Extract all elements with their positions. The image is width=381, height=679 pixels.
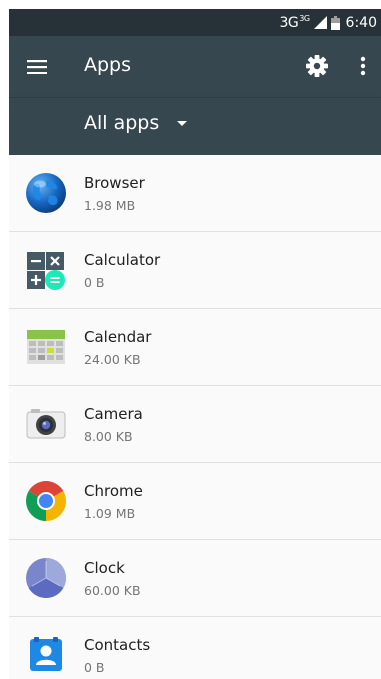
app-row-clock[interactable]: Clock 60.00 KB [9,540,381,617]
camera-icon [26,409,66,439]
app-list: Browser 1.98 MB Calculator 0 B Calendar … [9,155,381,679]
calendar-icon [27,330,65,364]
status-bar: 3G 3G 6:40 [9,9,381,36]
more-vert-icon[interactable] [353,54,373,78]
browser-globe-icon [26,173,66,213]
filter-selected-label: All apps [84,112,160,134]
app-name: Calculator [84,251,161,269]
app-name: Camera [84,405,143,423]
app-row-contacts[interactable]: Contacts 0 B [9,617,381,679]
app-filter-dropdown[interactable]: All apps [84,112,188,134]
app-row-chrome[interactable]: Chrome 1.09 MB [9,463,381,540]
chrome-icon [26,481,66,521]
app-name: Browser [84,174,145,192]
app-size: 1.09 MB [84,506,136,521]
clock-icon [26,558,66,598]
battery-icon [330,15,340,30]
signal-icon [313,16,327,29]
app-row-camera[interactable]: Camera 8.00 KB [9,386,381,463]
clock-time: 6:40 [345,14,377,31]
app-row-calculator[interactable]: Calculator 0 B [9,232,381,309]
calculator-icon [27,252,65,290]
app-frame: 3G 3G 6:40 Apps All apps Browser 1.98 MB… [9,9,381,679]
app-row-browser[interactable]: Browser 1.98 MB [9,155,381,232]
toolbar: Apps [9,36,381,97]
app-size: 60.00 KB [84,583,141,598]
app-name: Contacts [84,636,151,654]
app-name: Calendar [84,328,152,346]
hamburger-menu-icon[interactable] [25,55,49,79]
page-title: Apps [84,54,132,76]
gear-icon[interactable] [305,54,329,78]
app-size: 0 B [84,660,105,675]
app-row-calendar[interactable]: Calendar 24.00 KB [9,309,381,386]
app-size: 1.98 MB [84,198,136,213]
app-name: Clock [84,559,125,577]
dropdown-arrow-icon [177,120,188,126]
app-size: 8.00 KB [84,429,133,444]
app-size: 0 B [84,275,105,290]
app-size: 24.00 KB [84,352,141,367]
network-indicator: 3G 3G [279,13,310,31]
filter-bar: All apps [9,97,381,155]
contacts-icon [30,637,62,671]
app-name: Chrome [84,482,143,500]
